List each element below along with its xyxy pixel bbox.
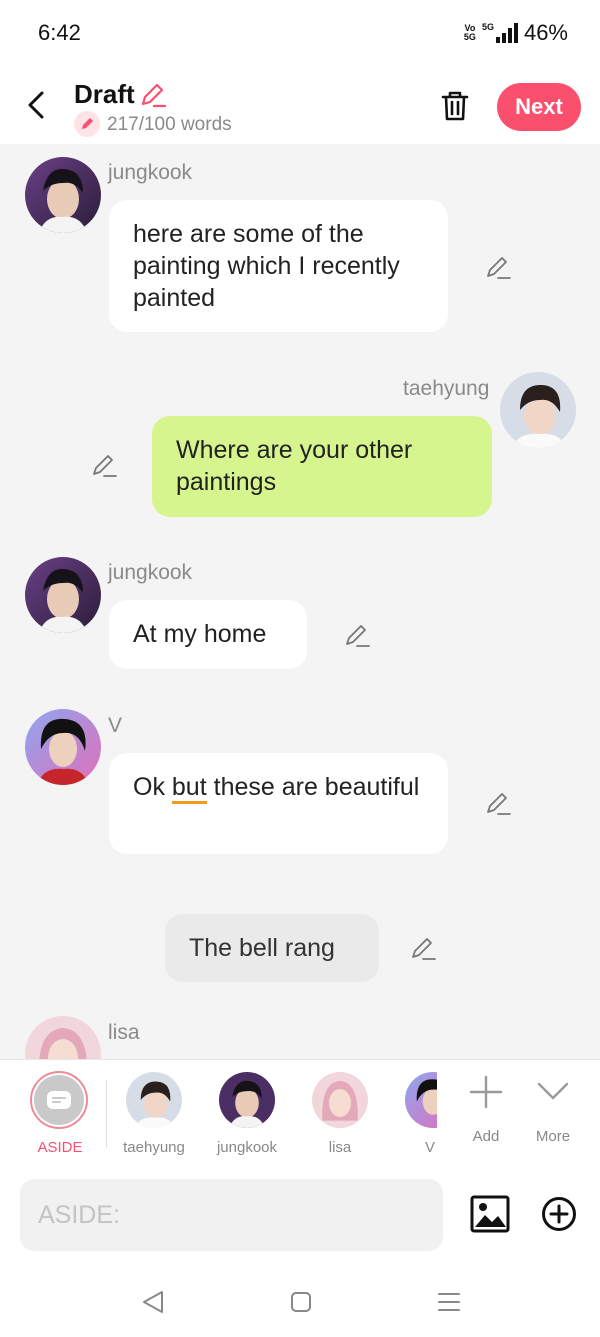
chevron-down-icon xyxy=(537,1082,569,1100)
cast-avatar-jungkook[interactable] xyxy=(219,1072,275,1128)
battery-percent: 46% xyxy=(523,20,568,45)
more-label: More xyxy=(535,1128,571,1145)
nav-back-button[interactable] xyxy=(140,1288,168,1316)
nav-home-icon xyxy=(291,1292,311,1312)
avatar-jungkook[interactable] xyxy=(25,157,101,233)
edit-message-button[interactable] xyxy=(409,935,437,963)
word-count: 217/100 words xyxy=(107,114,232,135)
delete-button[interactable] xyxy=(438,88,472,124)
pencil-icon xyxy=(487,257,511,279)
message-bubble[interactable]: Where are your other paintings xyxy=(152,416,492,517)
aside-character-button[interactable] xyxy=(30,1071,88,1129)
insert-image-button[interactable] xyxy=(470,1195,510,1233)
next-button[interactable]: Next xyxy=(497,83,581,131)
message-sender: jungkook xyxy=(108,561,193,584)
divider xyxy=(106,1080,107,1148)
signal-icon: 5G xyxy=(482,23,518,43)
header-bar: Draft 217/100 words Next xyxy=(0,70,600,144)
nav-back-icon xyxy=(143,1291,163,1313)
back-button[interactable] xyxy=(22,88,52,122)
volte-indicator: Vo 5G xyxy=(463,23,476,42)
cast-label: lisa xyxy=(328,1139,352,1156)
cast-avatar-lisa[interactable] xyxy=(312,1072,368,1128)
edit-message-button[interactable] xyxy=(484,790,512,818)
edit-message-button[interactable] xyxy=(484,254,512,282)
pencil-icon xyxy=(141,83,167,108)
pencil-icon xyxy=(487,793,511,815)
status-time: 6:42 xyxy=(38,20,81,45)
message-bubble[interactable]: At my home xyxy=(109,600,307,669)
message-sender: jungkook xyxy=(108,161,193,184)
page-title: Draft xyxy=(74,79,135,109)
message-sender: lisa xyxy=(108,1021,140,1044)
plus-icon xyxy=(469,1075,503,1109)
status-bar: 6:42 Vo 5G 5G 46% xyxy=(0,0,600,70)
message-input[interactable] xyxy=(20,1179,443,1251)
message-sender: taehyung xyxy=(403,377,490,400)
cast-label: taehyung xyxy=(123,1139,185,1156)
back-arrow-icon xyxy=(28,91,44,119)
avatar-taehyung[interactable] xyxy=(500,372,576,448)
avatar-jungkook[interactable] xyxy=(25,557,101,633)
more-button[interactable] xyxy=(533,1074,573,1110)
message-sender: V xyxy=(108,714,123,737)
cast-avatar-taehyung[interactable] xyxy=(126,1072,182,1128)
plus-circle-icon xyxy=(542,1197,576,1231)
spellcheck-underline: but xyxy=(171,773,207,804)
nav-home-button[interactable] xyxy=(287,1288,315,1316)
narration-bubble[interactable]: The bell rang xyxy=(165,914,379,982)
trash-icon xyxy=(441,91,469,121)
cast-avatar-v[interactable] xyxy=(405,1072,437,1128)
avatar-v[interactable] xyxy=(25,709,101,785)
input-bar xyxy=(0,1168,600,1264)
character-bar: ASIDE taehyung jungkook lisa V Add More xyxy=(0,1059,600,1168)
chat-bubble-icon xyxy=(47,1091,71,1109)
pencil-icon xyxy=(346,625,370,647)
edit-message-button[interactable] xyxy=(90,452,118,480)
cast-label: jungkook xyxy=(216,1139,278,1156)
title-edit-button[interactable] xyxy=(138,81,167,109)
cast-label-aside: ASIDE xyxy=(37,1139,83,1156)
edit-message-button[interactable] xyxy=(343,622,371,650)
word-count-icon xyxy=(74,111,100,137)
pencil-icon xyxy=(93,455,117,477)
message-bubble[interactable]: Ok but these are beautiful xyxy=(109,753,448,854)
image-icon xyxy=(470,1195,510,1233)
system-nav-bar xyxy=(0,1264,600,1337)
add-character-button[interactable] xyxy=(466,1072,506,1112)
status-indicators: Vo 5G 5G 46% xyxy=(464,20,568,46)
pencil-icon xyxy=(412,938,436,960)
message-bubble[interactable]: here are some of the painting which I re… xyxy=(109,200,448,332)
nav-recents-icon xyxy=(438,1293,460,1311)
add-content-button[interactable] xyxy=(541,1196,577,1232)
nav-recents-button[interactable] xyxy=(435,1288,463,1316)
